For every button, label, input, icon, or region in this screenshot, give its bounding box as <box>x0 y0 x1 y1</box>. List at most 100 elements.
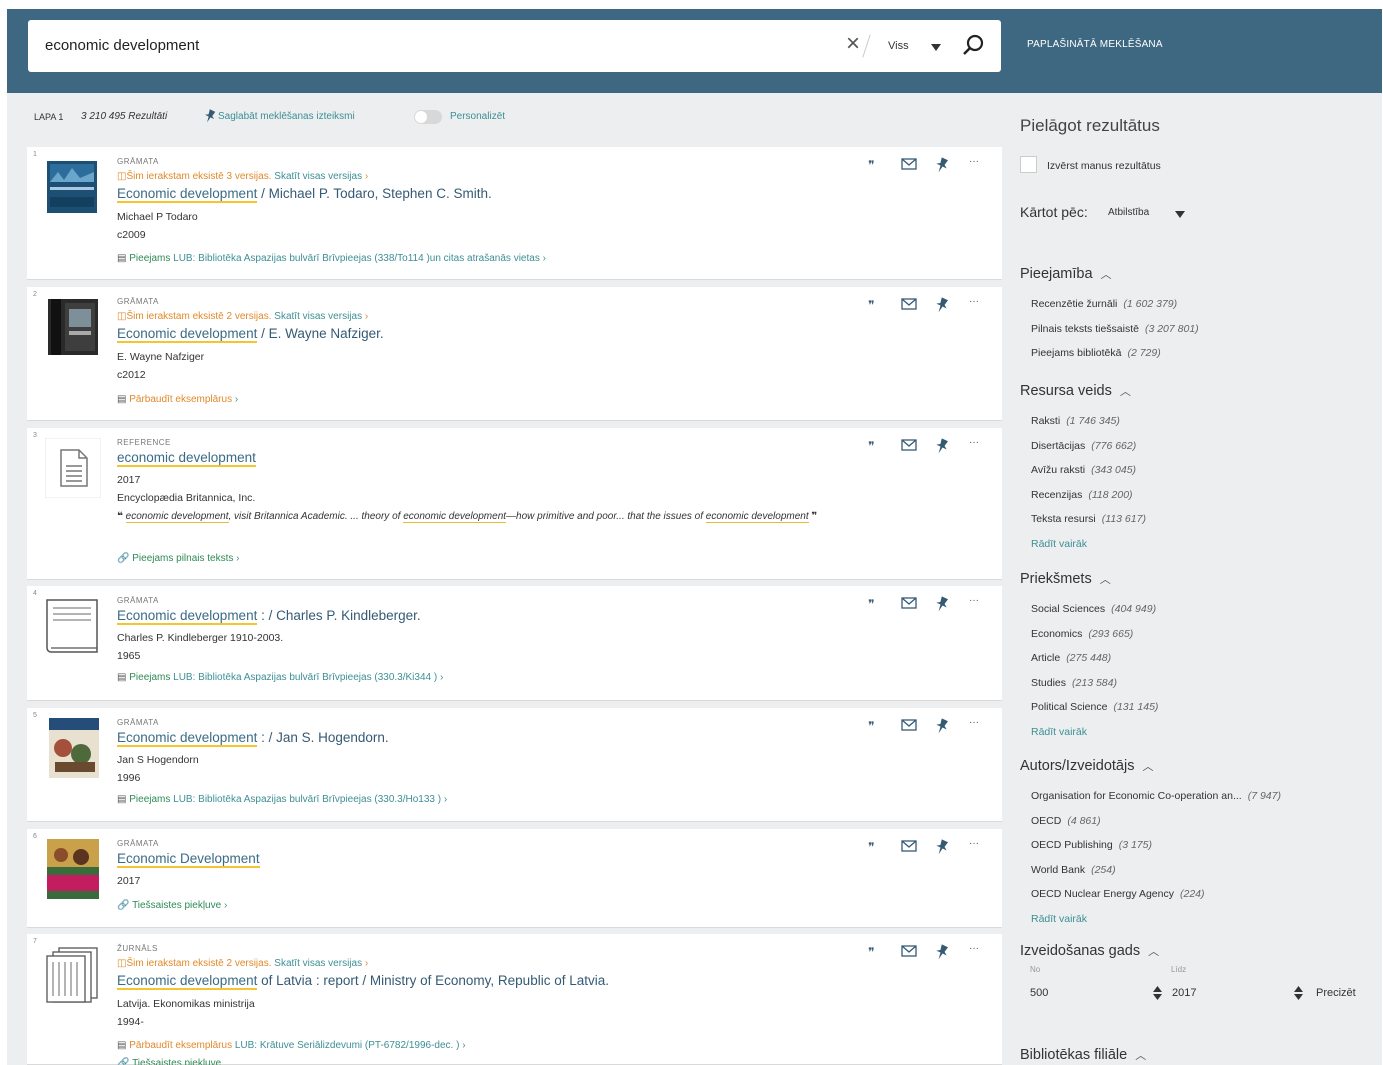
year-to-input[interactable]: 2017 <box>1172 987 1196 999</box>
search-scope-select[interactable]: Viss <box>885 38 945 56</box>
pin-icon[interactable] <box>935 297 951 313</box>
result-thumbnail[interactable] <box>45 839 101 899</box>
facet-item[interactable]: Organisation for Economic Co-operation a… <box>1031 790 1281 802</box>
save-query-button[interactable]: Saglabāt meklēšanas izteiksmi <box>218 111 355 122</box>
search-button[interactable] <box>957 31 989 61</box>
availability-link[interactable]: 🔗 Tiešsaistes piekļuve › <box>117 900 227 911</box>
pin-icon[interactable] <box>935 839 951 855</box>
result-title-highlight[interactable]: Economic development <box>117 326 258 343</box>
spinner-icon[interactable] <box>1153 985 1162 1001</box>
sort-select[interactable]: Atbilstība <box>1108 207 1149 218</box>
result-card[interactable]: 1 GRĀMATA ◫Šim ierakstam eksistē 3 versija… <box>27 147 1002 280</box>
result-title[interactable]: Economic development : / Charles P. Kind… <box>117 608 421 625</box>
pin-icon[interactable] <box>935 438 951 454</box>
availability-link[interactable]: ▤ Pārbaudīt eksemplārus LUB: Krātuve Ser… <box>117 1040 466 1051</box>
email-icon[interactable] <box>901 596 917 612</box>
facet-item[interactable]: Pieejams bibliotēkā (2 729) <box>1031 347 1161 359</box>
facet-item[interactable]: Social Sciences (404 949) <box>1031 603 1156 615</box>
pin-icon[interactable] <box>935 944 951 960</box>
availability-link[interactable]: 🔗 Pieejams pilnais teksts › <box>117 553 240 564</box>
facet-branch-header[interactable]: Bibliotēkas filiāle ︿ <box>1020 1047 1146 1063</box>
result-title-highlight[interactable]: Economic Development <box>117 851 260 868</box>
year-from-input[interactable]: 500 <box>1030 987 1048 999</box>
facet-header[interactable]: Resursa veids ︿ <box>1020 383 1131 399</box>
spinner-icon[interactable] <box>1294 985 1303 1001</box>
pin-icon[interactable] <box>935 718 951 734</box>
facet-item[interactable]: OECD Nuclear Energy Agency (224) <box>1031 888 1205 900</box>
facet-item[interactable]: Recenzijas (118 200) <box>1031 489 1133 501</box>
facet-item[interactable]: Disertācijas (776 662) <box>1031 440 1136 452</box>
cite-icon[interactable]: ❞ <box>867 157 883 173</box>
personalize-toggle[interactable] <box>414 110 442 124</box>
versions-link[interactable]: ◫Šim ierakstam eksistē 3 versijas. Skatī… <box>117 171 368 182</box>
caret-down-icon[interactable] <box>1175 211 1185 218</box>
result-title[interactable]: economic development <box>117 450 256 467</box>
result-thumbnail[interactable] <box>45 157 101 213</box>
email-icon[interactable] <box>901 157 917 173</box>
result-thumbnail[interactable] <box>45 718 101 778</box>
more-options-icon[interactable]: ··· <box>969 839 985 855</box>
result-title-highlight[interactable]: Economic development <box>117 186 258 203</box>
result-title[interactable]: Economic Development <box>117 851 260 868</box>
facet-item[interactable]: Teksta resursi (113 617) <box>1031 513 1146 525</box>
email-icon[interactable] <box>901 839 917 855</box>
availability-link[interactable]: ▤ Pieejams LUB: Bibliotēka Aspazijas bul… <box>117 672 443 683</box>
advanced-search-link[interactable]: PAPLAŠINĀTĀ MEKLĒŠANA <box>1027 39 1163 50</box>
facet-item[interactable]: Recenzētie žurnāli (1 602 379) <box>1031 298 1177 310</box>
pin-icon[interactable] <box>935 596 951 612</box>
result-title[interactable]: Economic development / Michael P. Todaro… <box>117 186 492 203</box>
cite-icon[interactable]: ❞ <box>867 718 883 734</box>
more-options-icon[interactable]: ··· <box>969 596 985 612</box>
facet-item[interactable]: Article (275 448) <box>1031 652 1111 664</box>
result-thumbnail[interactable] <box>45 596 101 653</box>
result-title[interactable]: Economic development / E. Wayne Nafziger… <box>117 326 384 343</box>
show-more-link[interactable]: Rādīt vairāk <box>1031 538 1087 550</box>
more-options-icon[interactable]: ··· <box>969 297 985 313</box>
result-thumbnail[interactable] <box>45 297 101 355</box>
more-options-icon[interactable]: ··· <box>969 157 985 173</box>
facet-header[interactable]: Priekšmets ︿ <box>1020 571 1111 587</box>
result-thumbnail[interactable] <box>45 944 101 1003</box>
facet-item[interactable]: OECD Publishing (3 175) <box>1031 839 1152 851</box>
result-card[interactable]: 2 GRĀMATA ◫Šim ierakstam eksistē 2 versija… <box>27 287 1002 421</box>
email-icon[interactable] <box>901 718 917 734</box>
cite-icon[interactable]: ❞ <box>867 944 883 960</box>
facet-header[interactable]: Pieejamība ︿ <box>1020 266 1112 282</box>
versions-link[interactable]: ◫Šim ierakstam eksistē 2 versijas. Skatī… <box>117 958 368 969</box>
result-card[interactable]: 4 GRĀMATA Economic development : / Charles… <box>27 586 1002 701</box>
facet-item[interactable]: OECD (4 861) <box>1031 815 1101 827</box>
cite-icon[interactable]: ❞ <box>867 297 883 313</box>
facet-item[interactable]: Avīžu raksti (343 045) <box>1031 464 1136 476</box>
pin-icon[interactable] <box>935 157 951 173</box>
show-more-link[interactable]: Rādīt vairāk <box>1031 913 1087 925</box>
facet-header[interactable]: Autors/Izveidotājs ︿ <box>1020 758 1153 774</box>
search-box[interactable]: economic development × Viss <box>28 20 1001 72</box>
more-options-icon[interactable]: ··· <box>969 438 985 454</box>
facet-item[interactable]: Pilnais teksts tiešsaistē (3 207 801) <box>1031 323 1199 335</box>
expand-results-checkbox[interactable] <box>1020 156 1037 173</box>
more-options-icon[interactable]: ··· <box>969 944 985 960</box>
availability-link[interactable]: ▤ Pārbaudīt eksemplārus › <box>117 394 238 405</box>
cite-icon[interactable]: ❞ <box>867 438 883 454</box>
personalize-label[interactable]: Personalizēt <box>450 111 505 122</box>
facet-item[interactable]: Studies (213 584) <box>1031 677 1117 689</box>
year-apply-button[interactable]: Precizēt <box>1316 987 1356 999</box>
result-card[interactable]: 5 GRĀMATA Economic development : / Jan S. … <box>27 708 1002 822</box>
availability-link[interactable]: ▤ Pieejams LUB: Bibliotēka Aspazijas bul… <box>117 253 546 264</box>
search-input[interactable]: economic development <box>45 37 199 54</box>
result-card[interactable]: 6 GRĀMATA Economic Development 2017 🔗 Tiešsa… <box>27 829 1002 928</box>
cite-icon[interactable]: ❞ <box>867 839 883 855</box>
result-title[interactable]: Economic development of Latvia : report … <box>117 973 609 990</box>
show-more-link[interactable]: Rādīt vairāk <box>1031 726 1087 738</box>
availability-link[interactable]: ▤ Pieejams LUB: Bibliotēka Aspazijas bul… <box>117 794 447 805</box>
result-title[interactable]: Economic development : / Jan S. Hogendor… <box>117 730 389 747</box>
result-card[interactable]: 3 REFERENCE economic development 2017 Encycl… <box>27 428 1002 580</box>
online-access-link[interactable]: 🔗 Tiešsaistes piekļuve <box>117 1058 221 1065</box>
result-thumbnail[interactable] <box>44 437 102 499</box>
facet-item[interactable]: World Bank (254) <box>1031 864 1116 876</box>
result-title-highlight[interactable]: Economic development <box>117 730 258 747</box>
email-icon[interactable] <box>901 438 917 454</box>
clear-search-icon[interactable]: × <box>842 31 864 57</box>
result-card[interactable]: 7 ŽURNĀLS ◫Šim ierakstam eksistē 2 versija… <box>27 934 1002 1065</box>
more-options-icon[interactable]: ··· <box>969 718 985 734</box>
